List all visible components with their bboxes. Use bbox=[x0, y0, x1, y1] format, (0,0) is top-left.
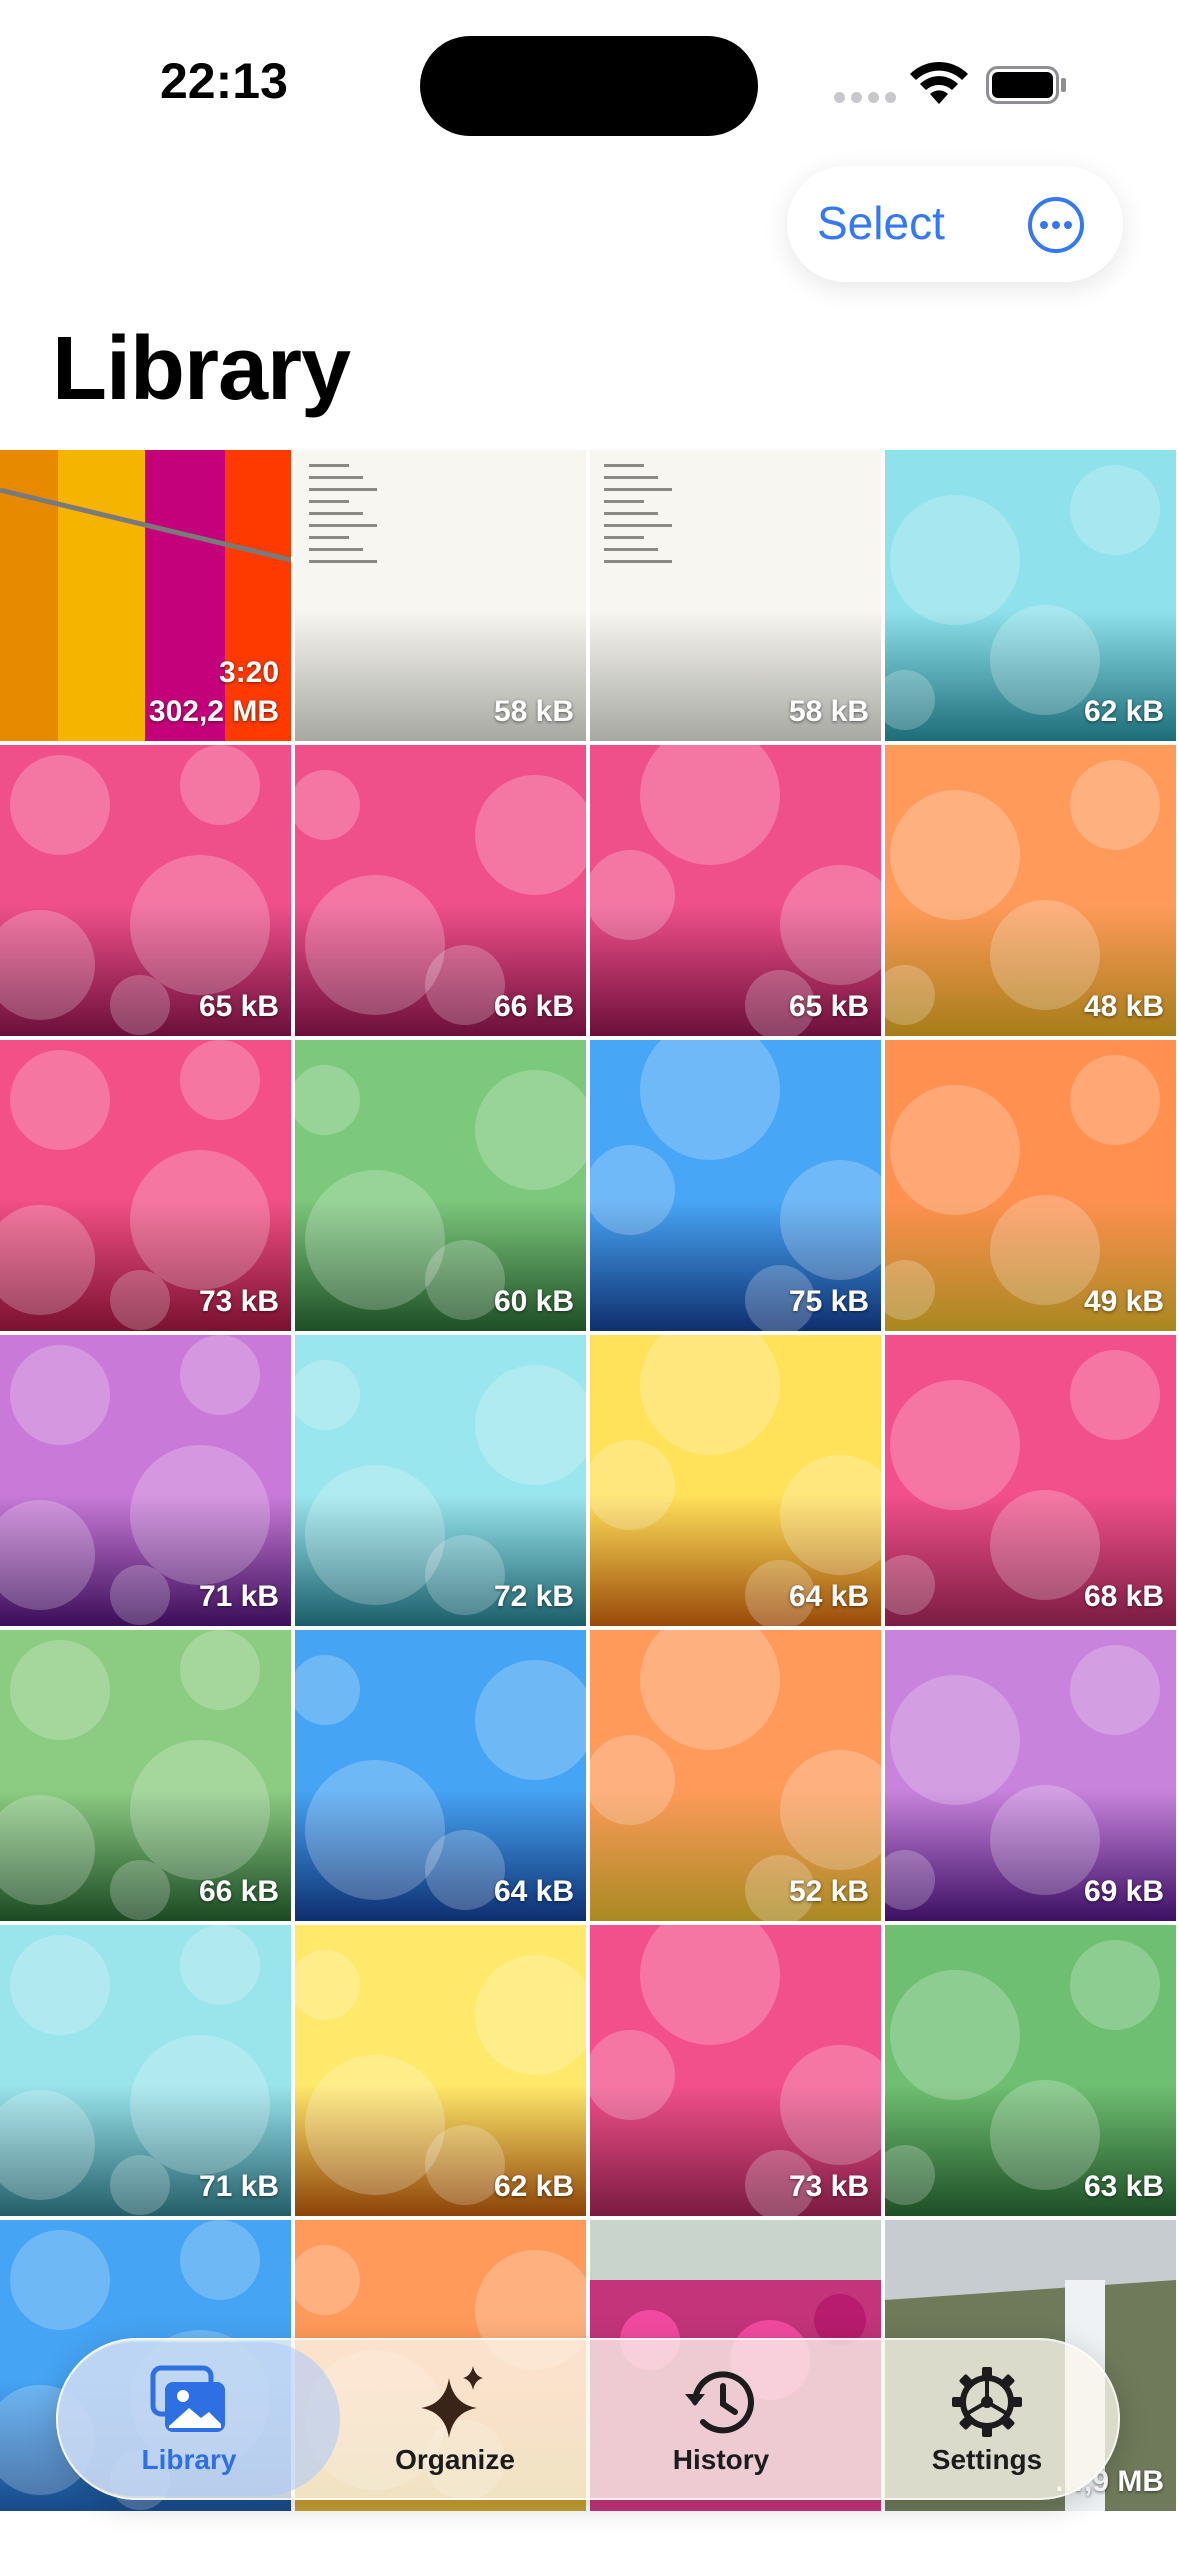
file-size-label: 66 kB bbox=[494, 987, 574, 1026]
file-size: 58 kB bbox=[788, 695, 869, 728]
tab-bar: Library Organize History Settings bbox=[56, 2338, 1120, 2500]
file-size: 62 kB bbox=[493, 2170, 574, 2203]
photo-thumbnail[interactable]: 52 kB bbox=[590, 1630, 881, 1921]
photo-thumbnail[interactable]: 62 kB bbox=[295, 1925, 586, 2216]
file-size: 65 kB bbox=[788, 990, 869, 1023]
file-size-label: 66 kB bbox=[199, 1872, 279, 1911]
wifi-icon bbox=[910, 61, 968, 104]
file-size: 66 kB bbox=[198, 1875, 279, 1908]
photo-thumbnail[interactable]: 49 kB bbox=[885, 1040, 1176, 1331]
file-size-label: 72 kB bbox=[494, 1577, 574, 1616]
file-size-label: 73 kB bbox=[789, 2167, 869, 2206]
photo-thumbnail[interactable]: 63 kB bbox=[885, 1925, 1176, 2216]
file-size: 73 kB bbox=[198, 1285, 279, 1318]
photo-thumbnail[interactable]: 75 kB bbox=[590, 1040, 881, 1331]
file-size: 52 kB bbox=[788, 1875, 869, 1908]
sparkles-icon bbox=[421, 2366, 483, 2438]
file-size: 71 kB bbox=[198, 1580, 279, 1613]
photo-thumbnail[interactable]: 72 kB bbox=[295, 1335, 586, 1626]
file-size-label: 65 kB bbox=[199, 987, 279, 1026]
file-size-label: 48 kB bbox=[1084, 987, 1164, 1026]
photo-thumbnail[interactable]: 48 kB bbox=[885, 745, 1176, 1036]
file-size: 71 kB bbox=[198, 2170, 279, 2203]
file-size: 64 kB bbox=[493, 1875, 574, 1908]
photo-thumbnail[interactable]: 65 kB bbox=[0, 745, 291, 1036]
file-size-label: 73 kB bbox=[199, 1282, 279, 1321]
file-size-label: 60 kB bbox=[494, 1282, 574, 1321]
file-size: 75 kB bbox=[788, 1285, 869, 1318]
photo-thumbnail[interactable]: 64 kB bbox=[590, 1335, 881, 1626]
battery-icon bbox=[986, 66, 1066, 104]
file-size: 58 kB bbox=[493, 695, 574, 728]
photo-thumbnail[interactable]: 62 kB bbox=[885, 450, 1176, 741]
file-size: 64 kB bbox=[788, 1580, 869, 1613]
file-size-label: 69 kB bbox=[1084, 1872, 1164, 1911]
photo-thumbnail[interactable]: 3:20 302,2 MB bbox=[0, 450, 291, 741]
photo-thumbnail[interactable]: 66 kB bbox=[295, 745, 586, 1036]
file-size-label: 58 kB bbox=[789, 692, 869, 731]
photo-stack-icon bbox=[150, 2365, 225, 2432]
file-size-label: 71 kB bbox=[199, 1577, 279, 1616]
file-size: 60 kB bbox=[493, 1285, 574, 1318]
file-size-label: 71 kB bbox=[199, 2167, 279, 2206]
tab-label: Library bbox=[141, 2444, 237, 2475]
file-size-label: 64 kB bbox=[494, 1872, 574, 1911]
tab-organize[interactable]: Organize bbox=[322, 2338, 588, 2500]
tab-library[interactable]: Library bbox=[56, 2338, 340, 2500]
file-size-label: 58 kB bbox=[494, 692, 574, 731]
photo-thumbnail[interactable]: 64 kB bbox=[295, 1630, 586, 1921]
file-size-label: 3:20 302,2 MB bbox=[149, 653, 279, 731]
photo-thumbnail[interactable]: 68 kB bbox=[885, 1335, 1176, 1626]
file-size-label: 63 kB bbox=[1084, 2167, 1164, 2206]
photo-thumbnail[interactable]: 69 kB bbox=[885, 1630, 1176, 1921]
tab-label: History bbox=[672, 2444, 770, 2475]
photo-thumbnail[interactable]: 73 kB bbox=[590, 1925, 881, 2216]
file-size: 62 kB bbox=[1083, 695, 1164, 728]
tab-label: Settings bbox=[931, 2444, 1043, 2475]
tab-settings[interactable]: Settings bbox=[854, 2338, 1120, 2500]
file-size: 49 kB bbox=[1083, 1285, 1164, 1318]
select-button[interactable]: Select bbox=[817, 196, 945, 250]
file-size-label: 62 kB bbox=[494, 2167, 574, 2206]
file-size-label: 49 kB bbox=[1084, 1282, 1164, 1321]
file-size-label: 64 kB bbox=[789, 1577, 869, 1616]
cellular-signal-icon bbox=[834, 92, 896, 103]
file-size-label: 62 kB bbox=[1084, 692, 1164, 731]
photo-thumbnail[interactable]: 66 kB bbox=[0, 1630, 291, 1921]
status-bar: 22:13 bbox=[0, 0, 1178, 150]
photo-thumbnail[interactable]: 60 kB bbox=[295, 1040, 586, 1331]
file-size: 65 kB bbox=[198, 990, 279, 1023]
page-title: Library bbox=[52, 319, 351, 419]
clock-history-icon bbox=[685, 2371, 754, 2434]
file-size-label: 68 kB bbox=[1084, 1577, 1164, 1616]
file-size-label: 52 kB bbox=[789, 1872, 869, 1911]
photo-thumbnail[interactable]: 73 kB bbox=[0, 1040, 291, 1331]
tab-label: Organize bbox=[395, 2444, 515, 2475]
dynamic-island bbox=[420, 36, 758, 136]
file-size-label: 65 kB bbox=[789, 987, 869, 1026]
file-size: 63 kB bbox=[1083, 2170, 1164, 2203]
status-time: 22:13 bbox=[160, 53, 288, 109]
video-duration: 3:20 bbox=[218, 656, 279, 689]
file-size: 73 kB bbox=[788, 2170, 869, 2203]
photo-thumbnail[interactable]: 71 kB bbox=[0, 1925, 291, 2216]
file-size: 48 kB bbox=[1083, 990, 1164, 1023]
file-size-label: 75 kB bbox=[789, 1282, 869, 1321]
photo-thumbnail[interactable]: 65 kB bbox=[590, 745, 881, 1036]
toolbar-pill: Select bbox=[787, 166, 1123, 282]
file-size: 302,2 MB bbox=[148, 695, 279, 728]
photo-thumbnail[interactable]: 58 kB bbox=[295, 450, 586, 741]
gear-icon bbox=[952, 2367, 1022, 2437]
file-size: 66 kB bbox=[493, 990, 574, 1023]
file-size: 68 kB bbox=[1083, 1580, 1164, 1613]
file-size: 72 kB bbox=[493, 1580, 574, 1613]
photo-thumbnail[interactable]: 71 kB bbox=[0, 1335, 291, 1626]
photo-thumbnail[interactable]: 58 kB bbox=[590, 450, 881, 741]
file-size: 69 kB bbox=[1083, 1875, 1164, 1908]
tab-history[interactable]: History bbox=[588, 2338, 854, 2500]
ellipsis-circle-icon[interactable] bbox=[1027, 196, 1085, 254]
